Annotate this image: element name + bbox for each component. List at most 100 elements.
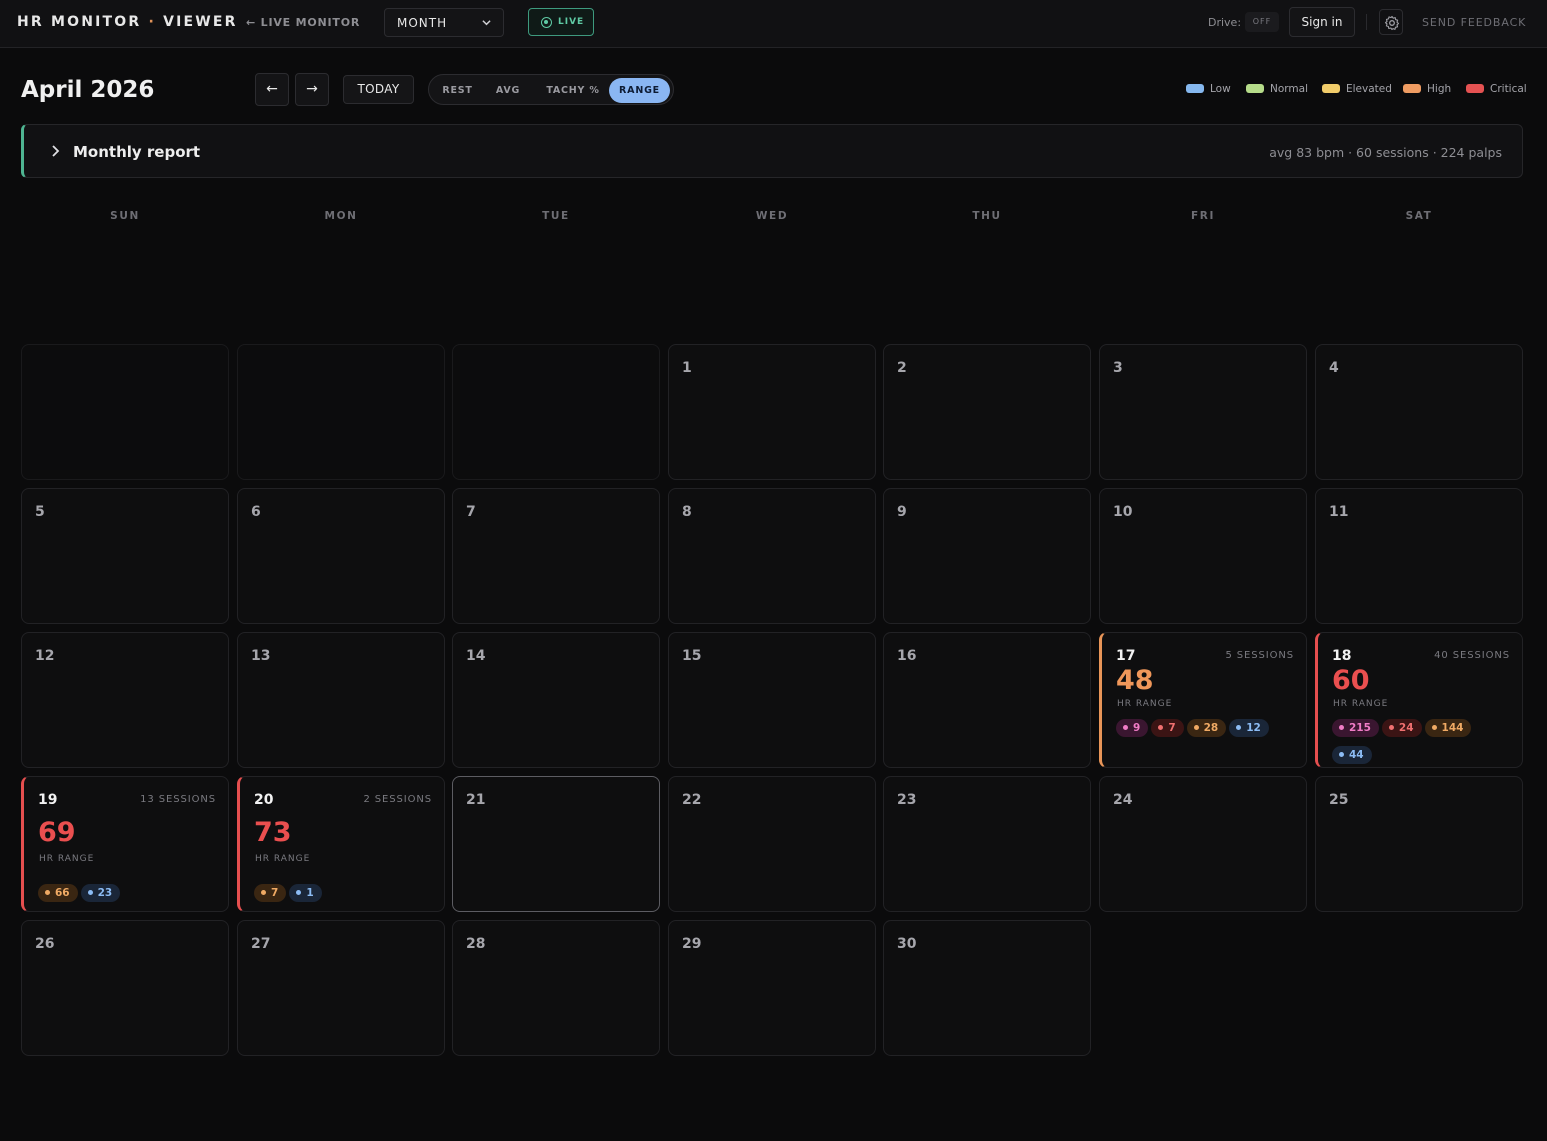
day-number: 11: [1329, 504, 1349, 520]
event-chip: 9: [1116, 719, 1149, 737]
day-cell[interactable]: 16: [883, 632, 1091, 768]
day-cell[interactable]: 8: [668, 488, 876, 624]
legend-swatch: [1322, 84, 1340, 93]
day-cell[interactable]: 10: [1099, 488, 1307, 624]
month-title: April 2026: [21, 77, 155, 103]
hr-range-value: 60: [1332, 665, 1370, 696]
sign-in-button[interactable]: Sign in: [1289, 7, 1355, 37]
hr-range-value: 69: [38, 817, 76, 848]
live-button-label: LIVE: [558, 17, 585, 27]
day-number: 20: [254, 792, 274, 808]
event-chip: 24: [1381, 719, 1422, 737]
mode-tachy[interactable]: TACHY %: [537, 78, 609, 103]
event-chip: 7: [254, 884, 287, 902]
drive-label: Drive:: [1208, 16, 1242, 29]
legend-label: Normal: [1270, 83, 1308, 95]
mode-rest[interactable]: REST: [435, 78, 480, 103]
day-cell[interactable]: 18 40 SESSIONS 60 HR RANGE 215 24 144 44: [1315, 632, 1523, 768]
day-number: 16: [897, 648, 917, 664]
day-cell[interactable]: 13: [237, 632, 445, 768]
day-cell[interactable]: 9: [883, 488, 1091, 624]
day-number: 4: [1329, 360, 1339, 376]
chip-count: 7: [1168, 722, 1176, 734]
day-cell[interactable]: 7: [452, 488, 660, 624]
day-number: 5: [35, 504, 45, 520]
day-cell[interactable]: 14: [452, 632, 660, 768]
send-feedback-link[interactable]: SEND FEEDBACK: [1422, 16, 1526, 29]
dot-icon: [1123, 725, 1128, 730]
weekday-sat: SAT: [1405, 210, 1433, 222]
day-number: 19: [38, 792, 58, 808]
day-cell[interactable]: 5: [21, 488, 229, 624]
dot-icon: [1158, 725, 1164, 730]
view-select[interactable]: MONTH: [384, 8, 504, 37]
settings-button[interactable]: [1379, 9, 1403, 35]
brand-viewer: VIEWER: [163, 14, 238, 30]
day-number: 23: [897, 792, 917, 808]
day-cell[interactable]: 6: [237, 488, 445, 624]
day-cell[interactable]: 3: [1099, 344, 1307, 480]
chevron-down-icon: [482, 20, 491, 26]
day-cell[interactable]: 29: [668, 920, 876, 1056]
live-button[interactable]: LIVE: [528, 8, 594, 36]
day-cell[interactable]: 15: [668, 632, 876, 768]
legend-swatch: [1403, 84, 1421, 93]
event-chip: 7: [1151, 719, 1184, 737]
mode-avg[interactable]: AVG: [485, 78, 531, 103]
legend-label: Critical: [1490, 83, 1527, 95]
legend-label: Low: [1210, 83, 1231, 95]
weekday-mon: MON: [324, 210, 358, 222]
event-chip: 1: [289, 884, 322, 902]
day-number: 25: [1329, 792, 1349, 808]
day-cell[interactable]: 17 5 SESSIONS 48 HR RANGE 9 7 28 12: [1099, 632, 1307, 768]
day-cell[interactable]: 25: [1315, 776, 1523, 912]
day-number: 26: [35, 936, 55, 952]
weekday-tue: TUE: [542, 210, 570, 222]
mode-range[interactable]: RANGE: [609, 78, 670, 103]
dot-icon: [1388, 725, 1394, 730]
legend-swatch: [1466, 84, 1484, 93]
day-cell[interactable]: 30: [883, 920, 1091, 1056]
day-number: 8: [682, 504, 692, 520]
dot-icon: [1339, 752, 1344, 757]
dot-icon: [296, 890, 302, 895]
chip-count: 215: [1349, 722, 1371, 734]
day-number: 6: [251, 504, 261, 520]
day-cell[interactable]: 2: [883, 344, 1091, 480]
day-number: 1: [682, 360, 692, 376]
day-number: 2: [897, 360, 907, 376]
day-cell[interactable]: 28: [452, 920, 660, 1056]
event-chip: 66: [38, 884, 78, 902]
view-select-value: MONTH: [397, 16, 448, 30]
day-cell[interactable]: 24: [1099, 776, 1307, 912]
day-number: 10: [1113, 504, 1133, 520]
day-number: 17: [1116, 648, 1136, 664]
day-cell[interactable]: 22: [668, 776, 876, 912]
chip-count: 66: [55, 887, 70, 899]
empty-day-cell: [21, 344, 229, 480]
hr-range-label: HR RANGE: [1117, 699, 1173, 709]
day-cell[interactable]: 23: [883, 776, 1091, 912]
event-chips: 66 23: [38, 881, 218, 908]
prev-month-button[interactable]: ←: [255, 73, 289, 106]
monthly-report-panel[interactable]: Monthly report avg 83 bpm · 60 sessions …: [21, 124, 1523, 178]
dot-icon: [1236, 725, 1242, 730]
day-cell[interactable]: 20 2 SESSIONS 73 HR RANGE 7 1: [237, 776, 445, 912]
day-cell[interactable]: 1: [668, 344, 876, 480]
chevron-right-icon: [52, 145, 60, 157]
day-cell[interactable]: 19 13 SESSIONS 69 HR RANGE 66 23: [21, 776, 229, 912]
drive-toggle[interactable]: OFF: [1245, 12, 1279, 32]
calendar-grid: 1 2 3 4 5 6 7 8 9 10 11 12 13 14 15 16 17 5 SESSIONS 48 HR …: [21, 344, 1523, 1056]
day-cell[interactable]: 21: [452, 776, 660, 912]
empty-day-cell: [237, 344, 445, 480]
day-cell[interactable]: 11: [1315, 488, 1523, 624]
day-cell[interactable]: 12: [21, 632, 229, 768]
gear-icon: [1384, 15, 1400, 31]
event-chip: 44: [1332, 746, 1372, 764]
day-cell[interactable]: 27: [237, 920, 445, 1056]
today-button[interactable]: TODAY: [343, 75, 414, 104]
day-cell[interactable]: 26: [21, 920, 229, 1056]
next-month-button[interactable]: →: [295, 73, 329, 106]
live-monitor-link[interactable]: ← LIVE MONITOR: [246, 16, 360, 29]
day-cell[interactable]: 4: [1315, 344, 1523, 480]
